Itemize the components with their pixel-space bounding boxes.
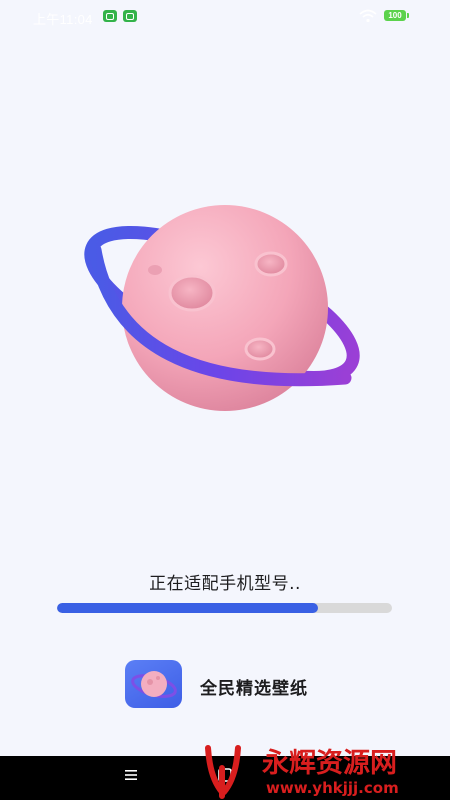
watermark: 永辉资源网 www.yhkjjj.com xyxy=(205,745,399,799)
loading-text: 正在适配手机型号.. xyxy=(149,574,301,594)
watermark-title: 永辉资源网 xyxy=(261,748,397,779)
watermark-url: www.yhkjjj.com xyxy=(266,779,399,797)
menu-icon[interactable] xyxy=(124,768,138,782)
crater-1 xyxy=(168,274,216,312)
planet-illustration xyxy=(84,205,360,411)
progress-bar xyxy=(57,603,392,613)
app-name: 全民精选壁纸 xyxy=(200,679,308,699)
progress-fill xyxy=(57,603,319,613)
planet-app-icon xyxy=(125,660,182,708)
crater-4 xyxy=(148,265,162,275)
crater-3 xyxy=(244,337,276,361)
crater-2 xyxy=(254,251,288,277)
